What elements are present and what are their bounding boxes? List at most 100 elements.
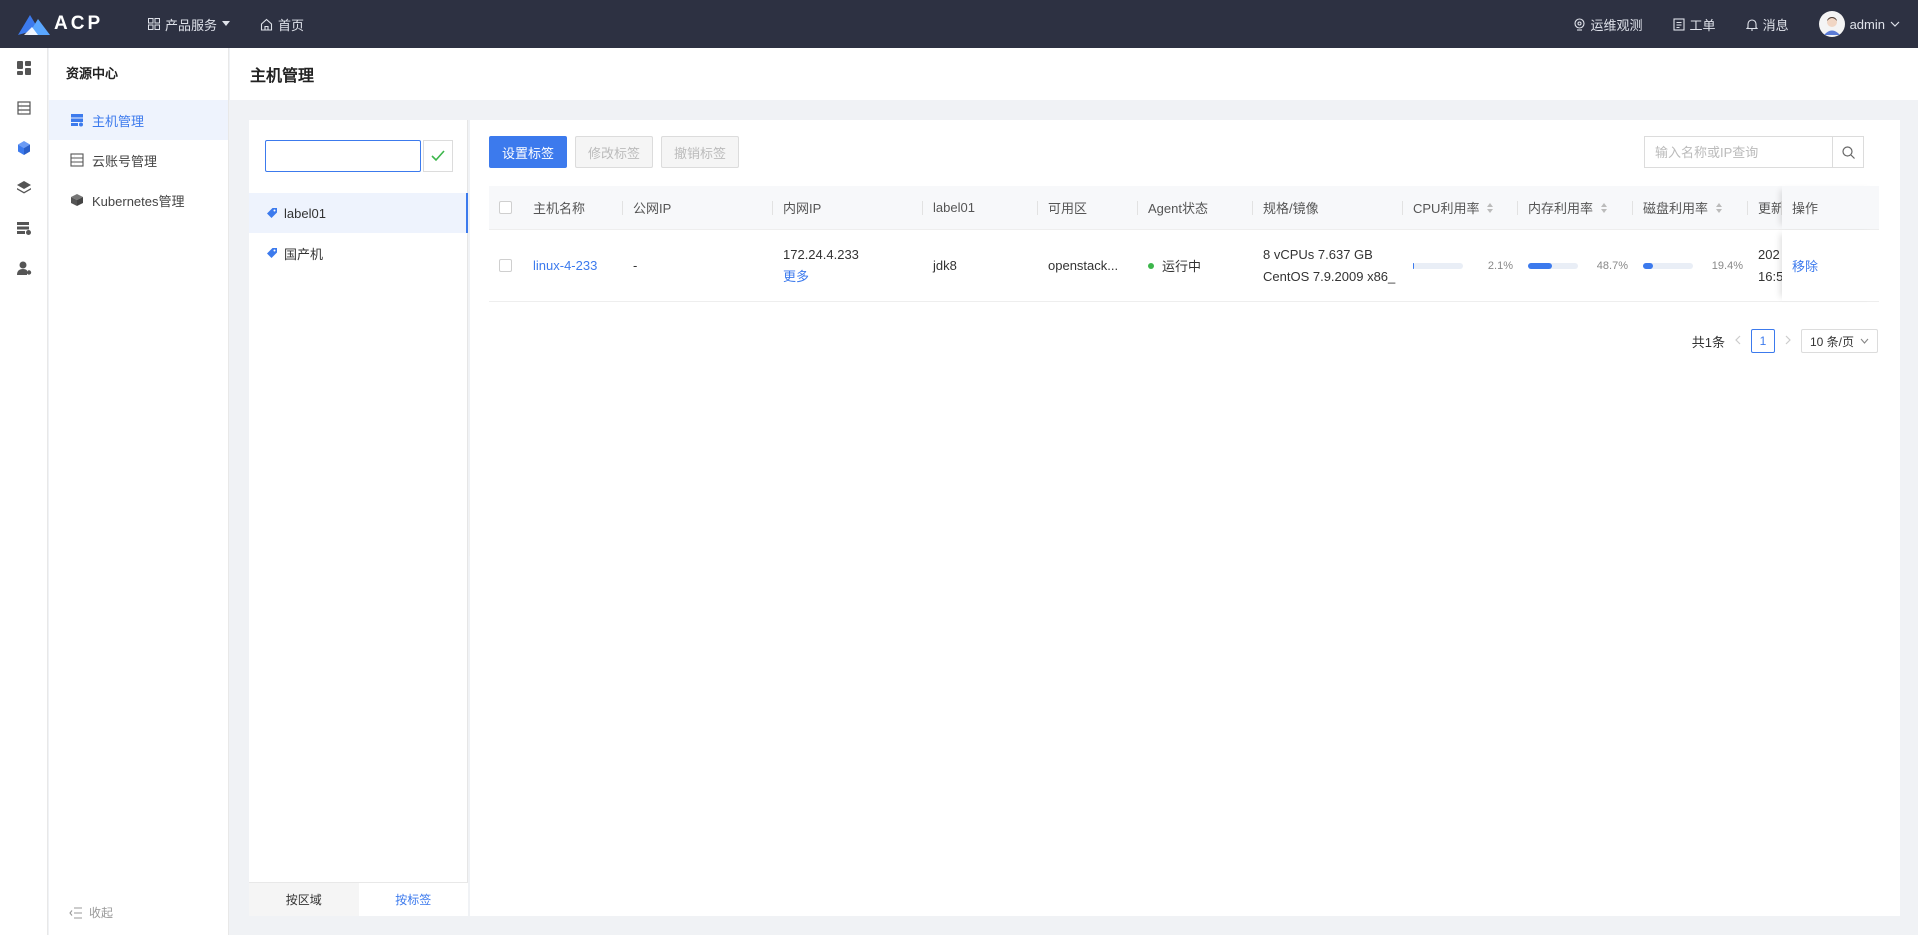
check-icon: [431, 150, 445, 162]
label-item-label01[interactable]: label01: [249, 193, 468, 233]
ticket-link[interactable]: 工单: [1672, 15, 1716, 34]
updated-cell: 202 16:5: [1748, 230, 1782, 301]
home-icon: [260, 18, 273, 31]
mem-usage-fill: [1528, 262, 1553, 269]
chevron-down-icon: [1890, 21, 1900, 27]
chevron-down-icon: [1860, 338, 1869, 344]
col-disk[interactable]: 磁盘利用率: [1633, 186, 1748, 229]
sidebar-item-host-management[interactable]: 主机管理: [49, 100, 228, 140]
spec-cell: 8 vCPUs 7.637 GB CentOS 7.9.2009 x86_: [1253, 230, 1403, 301]
message-label: 消息: [1762, 17, 1789, 33]
host-name-link[interactable]: linux-4-233: [533, 258, 597, 273]
updated-line2: 16:5: [1758, 268, 1782, 284]
username: admin: [1849, 16, 1885, 32]
top-right-actions: 运维观测 工单 消息 admin: [1543, 11, 1900, 37]
dashboard-icon: [17, 61, 31, 75]
top-bar: ACP 产品服务 首页 运维观测 工单 消息 admin: [0, 0, 1918, 48]
sidebar-item-kubernetes[interactable]: Kubernetes管理: [49, 180, 228, 220]
mem-cell: 48.7%: [1518, 230, 1633, 301]
chevron-left-icon: [1735, 335, 1741, 345]
server-list-icon: [17, 101, 31, 115]
sidebar-item-label: 云账号管理: [92, 153, 158, 169]
agent-status-cell: 运行中: [1138, 230, 1253, 301]
user-avatar-icon: [1823, 17, 1840, 35]
rail-user-settings[interactable]: [0, 248, 48, 288]
page-header: 主机管理: [230, 48, 1918, 100]
disk-usage-fill: [1643, 262, 1653, 269]
rail-database[interactable]: [0, 208, 48, 248]
label-item-text: 国产机: [284, 246, 324, 262]
mem-usage-value: 48.7%: [1596, 259, 1628, 272]
collapse-sidebar-button[interactable]: 收起: [69, 904, 113, 921]
nav-product-services-label: 产品服务: [165, 17, 218, 33]
label-item-text: label01: [284, 205, 326, 221]
host-search: [1644, 136, 1864, 168]
ops-monitor-link[interactable]: 运维观测: [1573, 15, 1643, 34]
bell-icon: [1745, 18, 1758, 31]
tab-by-region[interactable]: 按区域: [249, 883, 359, 916]
edit-tag-button[interactable]: 修改标签: [575, 136, 654, 168]
label-item-domestic[interactable]: 国产机: [249, 233, 468, 273]
toolbar: 设置标签 修改标签 撤销标签: [489, 136, 740, 168]
mem-usage-bar: [1528, 262, 1578, 269]
cube-icon: [18, 141, 30, 155]
layers-icon: [17, 181, 31, 194]
next-page-button[interactable]: [1785, 334, 1791, 348]
row-checkbox[interactable]: [499, 259, 512, 272]
prev-page-button[interactable]: [1735, 334, 1741, 348]
revoke-tag-button[interactable]: 撤销标签: [661, 136, 740, 168]
chevron-right-icon: [1785, 335, 1791, 345]
remove-link[interactable]: 移除: [1792, 256, 1818, 275]
sort-icon: [1716, 202, 1723, 213]
rail-resource[interactable]: [0, 128, 48, 168]
rail-layers[interactable]: [0, 168, 48, 208]
set-tag-button[interactable]: 设置标签: [489, 136, 568, 168]
nav-product-services[interactable]: 产品服务: [148, 15, 231, 34]
top-nav: 产品服务 首页: [148, 15, 334, 34]
message-link[interactable]: 消息: [1745, 15, 1789, 34]
tab-by-label[interactable]: 按标签: [358, 883, 468, 916]
sort-icon: [1487, 202, 1494, 213]
sidebar-item-label: Kubernetes管理: [92, 193, 185, 209]
ticket-label: 工单: [1689, 17, 1716, 33]
updated-line1: 202: [1758, 246, 1780, 262]
cpu-usage-fill: [1413, 262, 1415, 269]
collapse-icon: [69, 906, 82, 919]
host-table: 主机名称 公网IP 内网IP label01 可用区 Agent状态 规格/镜像…: [489, 186, 1879, 302]
rail-dashboard[interactable]: [0, 48, 48, 88]
search-button[interactable]: [1832, 136, 1864, 168]
page-number-button[interactable]: 1: [1750, 329, 1775, 353]
col-spec: 规格/镜像: [1253, 186, 1403, 229]
page-size-value: 10 条/页: [1809, 334, 1854, 349]
label-name-input[interactable]: [265, 140, 421, 172]
user-menu[interactable]: admin: [1818, 11, 1900, 37]
confirm-label-button[interactable]: [423, 140, 453, 172]
more-ip-link[interactable]: 更多: [783, 268, 859, 286]
cloud-account-icon: [70, 153, 84, 167]
ops-cell: 移除: [1782, 230, 1879, 301]
col-mem[interactable]: 内存利用率: [1518, 186, 1633, 229]
host-name-cell: linux-4-233: [523, 230, 623, 301]
disk-usage-bar: [1643, 262, 1693, 269]
search-icon: [1841, 145, 1855, 159]
cpu-usage-value: 2.1%: [1487, 259, 1513, 272]
search-input[interactable]: [1644, 136, 1832, 168]
host-icon: [71, 114, 83, 127]
cube-icon: [71, 194, 83, 206]
label-panel-tabs: 按区域 按标签: [249, 882, 468, 916]
pagination: 共1条 1 10 条/页: [1692, 329, 1878, 353]
disk-usage-value: 19.4%: [1711, 259, 1743, 272]
select-all-checkbox[interactable]: [499, 201, 512, 214]
ticket-icon: [1672, 17, 1685, 31]
rail-server-list[interactable]: [0, 88, 48, 128]
col-cpu-label: CPU利用率: [1413, 201, 1480, 216]
col-cpu[interactable]: CPU利用率: [1403, 186, 1518, 229]
page-size-select[interactable]: 10 条/页: [1800, 329, 1878, 353]
sidebar-item-cloud-account[interactable]: 云账号管理: [49, 140, 228, 180]
col-label01: label01: [923, 186, 1038, 229]
public-ip-cell: -: [633, 258, 638, 273]
table-header: 主机名称 公网IP 内网IP label01 可用区 Agent状态 规格/镜像…: [489, 186, 1879, 230]
nav-home[interactable]: 首页: [260, 15, 304, 34]
logo[interactable]: ACP: [18, 13, 148, 35]
ops-monitor-label: 运维观测: [1590, 17, 1643, 33]
